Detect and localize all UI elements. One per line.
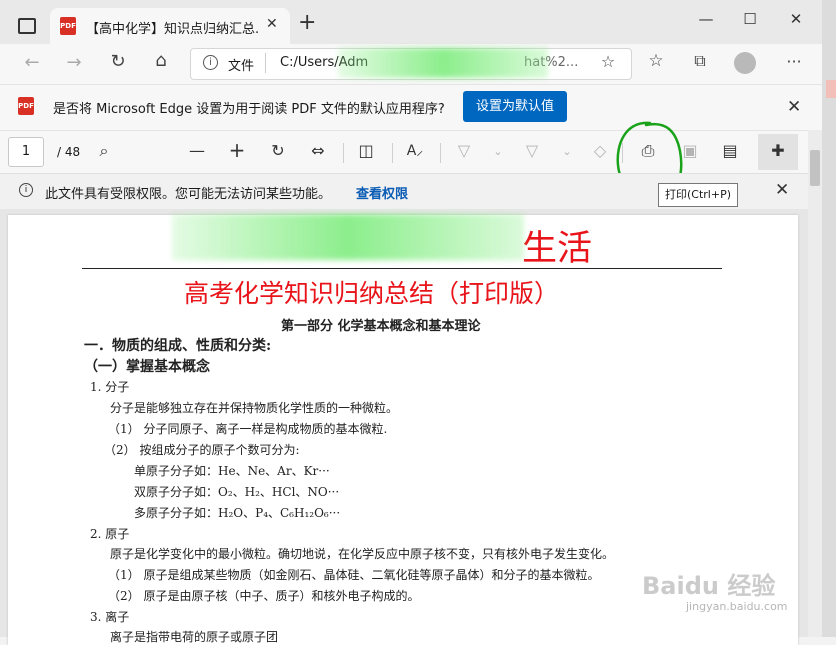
pin-icon[interactable]: ✚ (766, 141, 790, 160)
tab-actions-icon[interactable] (18, 18, 36, 34)
restriction-message: 此文件具有受限权限。您可能无法访问某些功能。 (45, 187, 332, 202)
restriction-close-icon[interactable]: ✕ (775, 180, 789, 200)
tab-close-icon[interactable]: ✕ (266, 16, 278, 32)
info-icon[interactable]: i (203, 55, 218, 70)
doc-line: 原子是化学变化中的最小微粒。确切地说，在化学反应中原子核不变，只有核外电子发生变… (110, 547, 615, 561)
draw-icon[interactable]: ▽ (452, 141, 476, 160)
fit-page-icon[interactable]: ⇔ (306, 141, 330, 160)
part-heading: 第一部分 化学基本概念和基本理论 (281, 319, 481, 334)
minimize-button[interactable]: — (696, 10, 716, 28)
tab-title: 【高中化学】知识点归纳汇总.pdf (86, 22, 258, 37)
pdf-file-icon: PDF (60, 17, 76, 35)
page-view-icon[interactable]: ◫ (354, 141, 378, 160)
watermark-url: jingyan.baidu.com (686, 600, 788, 613)
add-favorite-icon[interactable]: ☆ (596, 52, 620, 71)
highlight-dropdown-icon[interactable]: ⌄ (555, 145, 579, 158)
save-as-icon[interactable]: ▤ (718, 141, 742, 160)
doc-line: （2） 原子是由原子核（中子、质子）和核外电子构成的。 (108, 589, 420, 603)
document-header-text: 生活 (522, 229, 593, 269)
doc-line: 2. 原子 (90, 527, 130, 541)
info-icon: i (19, 183, 33, 197)
refresh-button[interactable]: ↻ (106, 51, 130, 72)
pdf-icon: PDF (18, 97, 34, 115)
header-rule (82, 268, 722, 269)
doc-line: 分子是能够独立存在并保持物质化学性质的一种微粒。 (110, 401, 399, 415)
toolbar-separator (343, 143, 344, 163)
toolbar-separator (392, 143, 393, 163)
forward-button[interactable]: → (62, 52, 86, 73)
doc-line: 1. 分子 (90, 380, 130, 394)
file-label: 文件 (228, 59, 255, 74)
more-menu-icon[interactable]: ··· (782, 52, 806, 71)
erase-icon[interactable]: ◇ (588, 141, 612, 160)
doc-line: 双原子分子如：O₂、H₂、HCl、NO··· (134, 485, 340, 499)
view-permissions-link[interactable]: 查看权限 (356, 183, 408, 202)
new-tab-button[interactable]: + (298, 10, 316, 35)
page-total: / 48 (57, 145, 81, 159)
address-divider (265, 53, 266, 73)
zoom-out-icon[interactable]: — (185, 141, 209, 160)
scrollbar[interactable] (808, 130, 822, 637)
infobar-message: 是否将 Microsoft Edge 设置为用于阅读 PDF 文件的默认应用程序… (53, 102, 445, 117)
infobar-close-icon[interactable]: ✕ (787, 97, 801, 117)
doc-line: （1） 分子同原子、离子一样是构成物质的基本微粒. (108, 422, 388, 436)
watermark-logo: Baidu 经验 (642, 572, 776, 600)
scrollbar-thumb[interactable] (810, 150, 820, 186)
section-heading: 一．物质的组成、性质和分类: (84, 338, 272, 354)
set-default-button[interactable]: 设置为默认值 (463, 91, 567, 122)
subsection-heading: （一）掌握基本概念 (84, 359, 210, 375)
collections-icon[interactable]: ⧉ (688, 51, 712, 71)
maximize-button[interactable]: ☐ (740, 10, 760, 28)
favorites-icon[interactable]: ☆ (644, 51, 668, 71)
header-redaction (172, 214, 524, 260)
zoom-in-icon[interactable]: + (225, 138, 249, 162)
rotate-icon[interactable]: ↻ (266, 141, 290, 160)
document-title: 高考化学知识归纳总结（打印版） (184, 279, 560, 308)
page-number-input[interactable]: 1 (8, 137, 44, 167)
search-icon[interactable]: ⌕ (92, 141, 116, 161)
profile-avatar[interactable] (734, 52, 756, 74)
back-button[interactable]: ← (20, 52, 44, 73)
highlight-icon[interactable]: ▽ (520, 141, 544, 160)
toolbar-separator (440, 143, 441, 163)
doc-line: 单原子分子如：He、Ne、Ar、Kr··· (134, 464, 330, 478)
close-window-button[interactable]: ✕ (786, 10, 806, 28)
doc-line: （2） 按组成分子的原子个数可分为: (104, 443, 300, 457)
print-tooltip: 打印(Ctrl+P) (658, 183, 738, 207)
draw-dropdown-icon[interactable]: ⌄ (486, 145, 510, 158)
doc-line: 多原子分子如：H₂O、P₄、C₆H₁₂O₆··· (134, 506, 341, 520)
doc-line: （1） 原子是组成某些物质（如金刚石、晶体硅、二氧化硅等原子晶体）和分子的基本微… (108, 568, 600, 582)
home-button[interactable]: ⌂ (149, 50, 173, 71)
read-aloud-icon[interactable]: A⸝ (403, 141, 427, 160)
url-redaction (338, 48, 548, 78)
background-window-strip (826, 80, 836, 98)
doc-line: 3. 离子 (90, 610, 130, 624)
